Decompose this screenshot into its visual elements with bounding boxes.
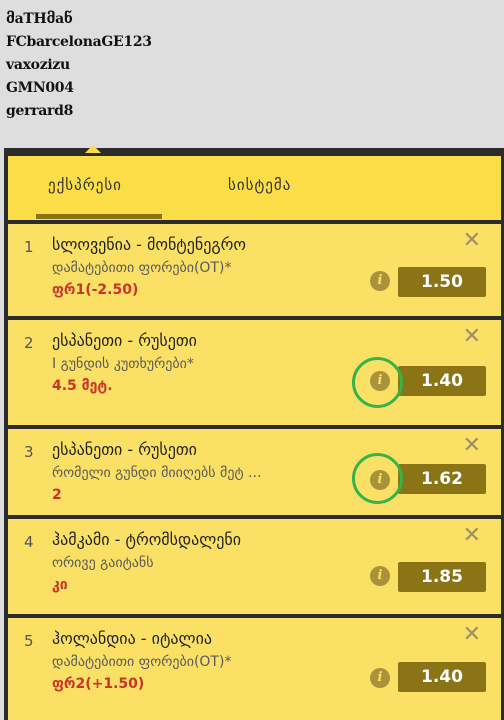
info-icon[interactable]: i: [370, 566, 390, 586]
user-name[interactable]: gerrard8: [6, 100, 152, 123]
bet-market: I გუნდის კუთხურები*: [52, 356, 194, 372]
bet-match: სლოვენია - მონტენეგრო: [52, 235, 246, 254]
user-name[interactable]: მaTHმaნ: [6, 8, 152, 31]
user-name[interactable]: GMN004: [6, 77, 152, 100]
bet-row: 4 ჰამკამი - ტრომსდალენი ორივე გაიტანს კი…: [8, 519, 501, 614]
bet-match: ესპანეთი - რუსეთი: [52, 331, 197, 350]
bet-number: 1: [24, 238, 34, 256]
remove-bet-close-icon[interactable]: ✕: [463, 324, 481, 349]
tab-express[interactable]: ექსპრესი: [48, 176, 122, 194]
remove-bet-close-icon[interactable]: ✕: [463, 433, 481, 458]
info-icon[interactable]: i: [370, 668, 390, 688]
bet-match: ესპანეთი - რუსეთი: [52, 440, 197, 459]
bet-row: 5 ჰოლანდია - იტალია დამატებითი ფორები(OT…: [8, 618, 501, 720]
bet-match: ჰოლანდია - იტალია: [52, 629, 212, 648]
remove-bet-close-icon[interactable]: ✕: [463, 622, 481, 647]
highlight-circle: [352, 357, 403, 408]
odds-value[interactable]: 1.40: [398, 366, 486, 396]
bet-match: ჰამკამი - ტრომსდალენი: [52, 530, 241, 549]
info-icon[interactable]: i: [370, 271, 390, 291]
remove-bet-close-icon[interactable]: ✕: [463, 523, 481, 548]
highlight-circle: [352, 453, 403, 504]
odds-value[interactable]: 1.50: [398, 267, 486, 297]
bet-number: 2: [24, 334, 34, 352]
bet-number: 4: [24, 533, 34, 551]
bet-number: 5: [24, 632, 34, 650]
betslip-tabs: ექსპრესი სისტემა: [8, 156, 501, 220]
bet-pick: 4.5 მეტ.: [52, 378, 113, 394]
odds-value[interactable]: 1.85: [398, 562, 486, 592]
bet-row: 3 ესპანეთი - რუსეთი რომელი გუნდი მიიღებს…: [8, 429, 501, 515]
tab-system[interactable]: სისტემა: [228, 176, 291, 194]
online-users-list: მaTHმaნ FCbarcelonaGE123 vaxozizu GMN004…: [6, 8, 152, 123]
bet-number: 3: [24, 443, 34, 461]
bet-market: დამატებითი ფორები(OT)*: [52, 654, 232, 670]
bet-market: დამატებითი ფორები(OT)*: [52, 260, 232, 276]
bet-row: 2 ესპანეთი - რუსეთი I გუნდის კუთხურები* …: [8, 320, 501, 425]
bet-row: 1 სლოვენია - მონტენეგრო დამატებითი ფორებ…: [8, 224, 501, 316]
user-name[interactable]: FCbarcelonaGE123: [6, 31, 152, 54]
user-name[interactable]: vaxozizu: [6, 54, 152, 77]
active-tab-indicator: [36, 214, 162, 219]
odds-value[interactable]: 1.40: [398, 662, 486, 692]
bet-pick: კი: [52, 577, 68, 593]
bet-pick: ფრ2(+1.50): [52, 676, 145, 692]
bet-market: ორივე გაიტანს: [52, 555, 154, 571]
bet-market: რომელი გუნდი მიიღებს მეტ ...: [52, 465, 262, 481]
betslip-pointer: [85, 145, 101, 153]
bet-pick: ფრ1(-2.50): [52, 282, 139, 298]
remove-bet-close-icon[interactable]: ✕: [463, 228, 481, 253]
odds-value[interactable]: 1.62: [398, 464, 486, 494]
bet-pick: 2: [52, 487, 62, 503]
